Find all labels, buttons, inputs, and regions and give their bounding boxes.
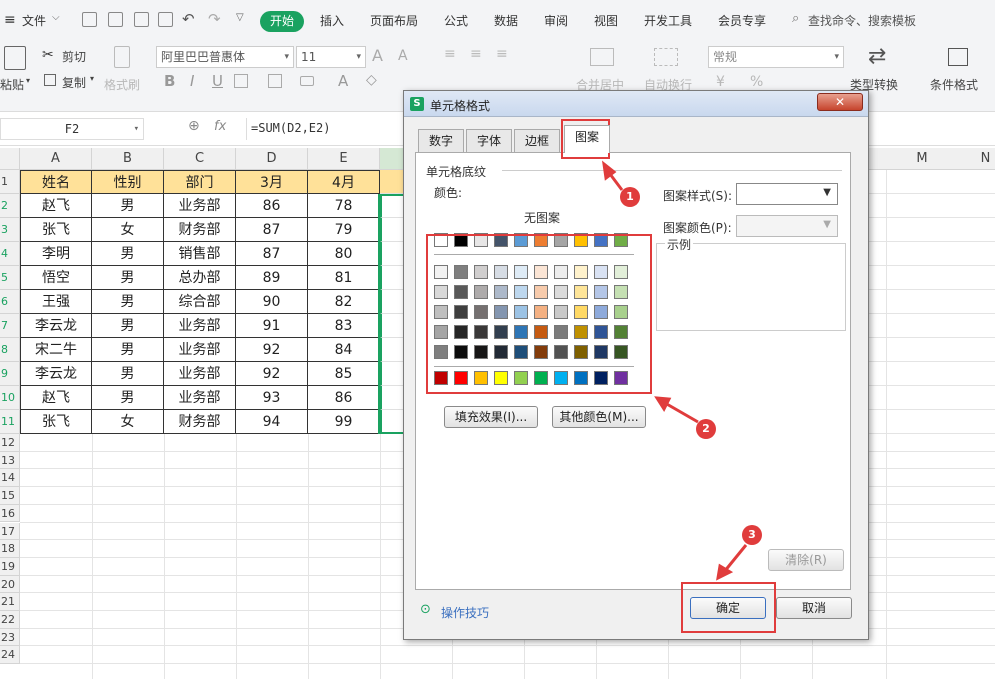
annotation-arrows xyxy=(601,160,748,581)
callout-2: 2 xyxy=(696,419,716,439)
callout-1: 1 xyxy=(620,187,640,207)
arrow-3 xyxy=(722,544,748,573)
arrow-2 xyxy=(664,401,699,424)
callout-3: 3 xyxy=(742,525,762,545)
arrow-2-head xyxy=(654,396,672,413)
tab-pattern[interactable]: 图案 xyxy=(564,125,610,153)
